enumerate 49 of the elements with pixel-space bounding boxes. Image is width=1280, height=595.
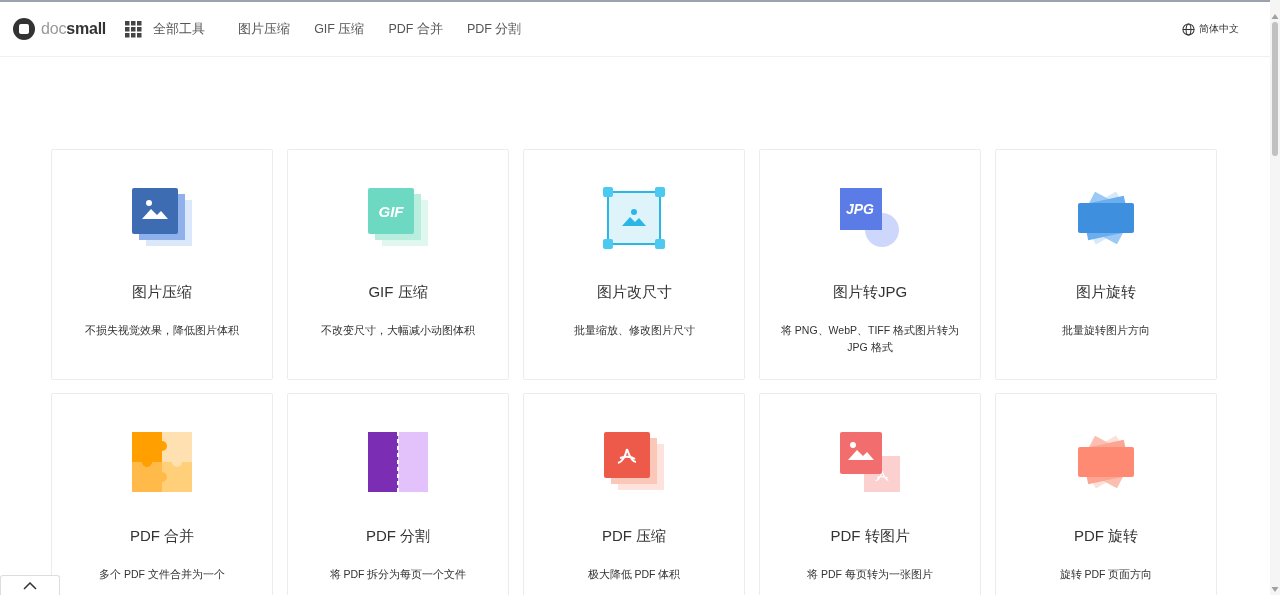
puzzle-icon: [130, 430, 194, 494]
nav-link[interactable]: PDF 分割: [466, 20, 522, 38]
logo-text: docsmall: [41, 20, 107, 38]
tool-card[interactable]: PDF 合并 多个 PDF 文件合并为一个: [51, 393, 273, 595]
globe-icon: [1182, 22, 1195, 36]
tool-card[interactable]: GIF GIF 压缩 不改变尺寸，大幅减小动图体积: [287, 149, 509, 380]
tool-title: PDF 压缩: [601, 527, 667, 546]
tool-card[interactable]: PDF 压缩 极大降低 PDF 体积: [523, 393, 745, 595]
tool-card[interactable]: 图片压缩 不损失视觉效果，降低图片体积: [51, 149, 273, 380]
tool-card[interactable]: 图片旋转 批量旋转图片方向: [995, 149, 1217, 380]
tool-description: 多个 PDF 文件合并为一个: [99, 567, 225, 582]
grid-icon[interactable]: [125, 20, 143, 38]
tool-card[interactable]: PDF 转图片 将 PDF 每页转为一张图片: [759, 393, 981, 595]
tool-card[interactable]: PDF 旋转 旋转 PDF 页面方向: [995, 393, 1217, 595]
back-to-top-button[interactable]: [0, 575, 60, 595]
language-link[interactable]: 简体中文: [1199, 22, 1239, 36]
nav-link[interactable]: 图片压缩: [238, 20, 291, 38]
tool-title: PDF 合并: [129, 527, 195, 546]
tool-card[interactable]: JPG 图片转JPG 将 PNG、WebP、TIFF 格式图片转为 JPG 格式: [759, 149, 981, 380]
tool-title: 图片旋转: [1076, 283, 1136, 302]
tool-description: 旋转 PDF 页面方向: [1059, 567, 1153, 582]
tool-card[interactable]: 图片改尺寸 批量缩放、修改图片尺寸: [523, 149, 745, 380]
tool-title: 图片压缩: [132, 283, 192, 302]
icon-label: JPG: [846, 201, 874, 217]
tool-title: 图片转JPG: [832, 283, 908, 302]
tool-description: 将 PDF 拆分为每页一个文件: [329, 567, 467, 582]
tool-title: PDF 旋转: [1073, 527, 1139, 546]
nav-link[interactable]: PDF 合并: [388, 20, 443, 38]
nav-link[interactable]: GIF 压缩: [314, 20, 365, 38]
caret-icon: [23, 581, 37, 590]
tool-description: 不改变尺寸，大幅减小动图体积: [321, 323, 475, 338]
pdf-to-image-icon: [838, 430, 902, 494]
tool-title: 图片改尺寸: [596, 283, 672, 302]
tool-title: PDF 转图片: [830, 527, 910, 546]
tool-card[interactable]: PDF 分割 将 PDF 拆分为每页一个文件: [287, 393, 509, 595]
scrollbar[interactable]: [1270, 0, 1280, 595]
tool-description: 不损失视觉效果，降低图片体积: [85, 323, 239, 338]
tool-title: PDF 分割: [365, 527, 431, 546]
logo-icon: [13, 18, 35, 40]
icon-label: GIF: [378, 203, 404, 220]
tool-description: 将 PNG、WebP、TIFF 格式图片转为 JPG 格式: [779, 323, 961, 355]
split-page-icon: [366, 430, 430, 494]
tool-description: 批量缩放、修改图片尺寸: [573, 323, 695, 338]
tool-title: GIF 压缩: [368, 283, 428, 302]
tool-description: 极大降低 PDF 体积: [587, 567, 681, 582]
tool-description: 将 PDF 每页转为一张图片: [807, 567, 933, 582]
tool-description: 批量旋转图片方向: [1062, 323, 1150, 338]
all-tools-link[interactable]: 全部工具: [153, 20, 206, 38]
resize-frame-icon: [602, 186, 666, 250]
